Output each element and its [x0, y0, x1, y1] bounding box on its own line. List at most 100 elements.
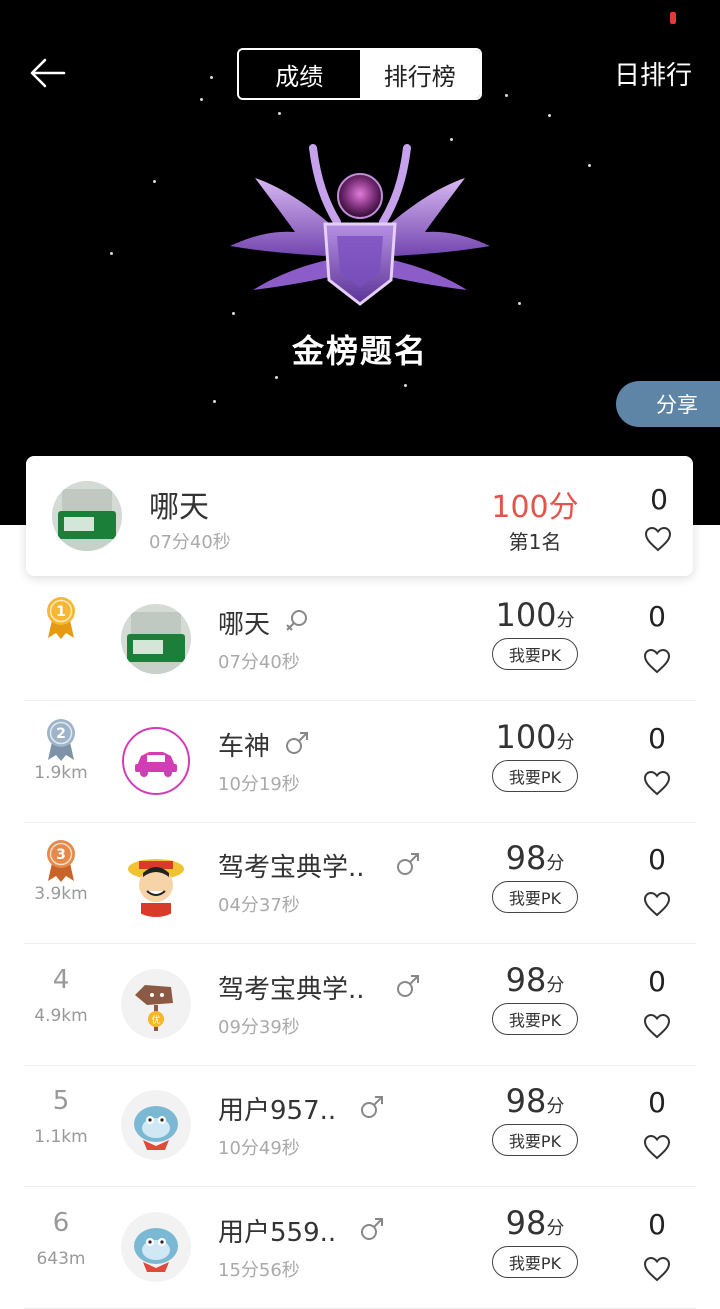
user-name: 用户559.. [218, 1217, 337, 1248]
my-time: 07分40秒 [149, 532, 231, 553]
hero-header: 成绩 排行榜 日排行 金榜题名 [0, 0, 720, 525]
rank-number: 4 [52, 964, 70, 995]
avatar[interactable] [52, 481, 122, 551]
heart-icon[interactable] [643, 648, 671, 674]
rank-number: 6 [52, 1207, 70, 1238]
score-unit: 分 [546, 1217, 565, 1239]
duration: 04分37秒 [218, 895, 300, 916]
score-unit: 分 [546, 853, 565, 874]
user-name: 车神 [218, 731, 271, 762]
score-value: 98 [505, 1082, 547, 1120]
score-unit: 分 [546, 974, 565, 996]
mascot-avatar-icon [121, 1090, 191, 1160]
list-item[interactable]: 1 哪天 07分40秒 100分 我要PK 0 [0, 580, 720, 701]
distance: 1.9km [34, 762, 88, 783]
male-icon [286, 731, 308, 754]
score-value: 100 [495, 717, 557, 756]
distance: 3.9km [34, 884, 88, 904]
duration: 10分19秒 [218, 773, 300, 795]
heart-icon[interactable] [643, 891, 671, 917]
avatar[interactable] [121, 604, 191, 674]
user-name: 驾考宝典学.. [218, 853, 365, 883]
heart-icon[interactable] [643, 1256, 671, 1282]
divider [24, 1307, 696, 1309]
score: 98分 [470, 961, 600, 999]
score: 98分 [470, 1204, 600, 1242]
like-count: 0 [648, 1207, 666, 1241]
bottle-avatar-icon [52, 481, 122, 551]
like-count: 0 [648, 843, 666, 876]
medal-rank: 1 [56, 604, 66, 620]
mascot-avatar-icon: 优 [121, 968, 191, 1039]
tab-score[interactable]: 成绩 [239, 50, 360, 98]
pk-button[interactable]: 我要PK [492, 1002, 578, 1035]
duration: 10分49秒 [218, 1138, 300, 1159]
score: 100分 [470, 718, 600, 756]
pk-button[interactable]: 我要PK [492, 759, 578, 792]
score-value: 98 [505, 1203, 547, 1242]
my-result-card: 哪天 07分40秒 100分 第1名 0 [26, 456, 693, 576]
my-rank: 第1名 [508, 530, 562, 554]
heart-icon[interactable] [643, 1134, 671, 1160]
back-arrow-icon[interactable] [28, 56, 68, 90]
winged-badge-icon [230, 144, 490, 306]
avatar[interactable] [121, 726, 191, 796]
daily-ranking-button[interactable]: 日排行 [614, 55, 692, 92]
avatar[interactable]: 优 [121, 968, 191, 1039]
cartoon-avatar-icon [121, 847, 191, 917]
like-count: 0 [648, 1086, 666, 1119]
pk-button[interactable]: 我要PK [492, 1124, 578, 1156]
pk-button[interactable]: 我要PK [492, 881, 578, 913]
duration: 07分40秒 [218, 652, 300, 673]
hero-title: 金榜题名 [291, 332, 428, 370]
list-item[interactable]: 3 3.9km 驾考宝典学.. 04分37秒 98分 我要PK 0 [0, 823, 720, 944]
like-count: 0 [648, 600, 666, 633]
tab-leaderboard[interactable]: 排行榜 [359, 50, 480, 98]
score-unit: 分 [546, 1096, 565, 1117]
medal-icon: 2 [47, 718, 75, 761]
like-count: 0 [648, 964, 666, 998]
heart-icon[interactable] [644, 526, 672, 552]
car-avatar-icon [122, 726, 190, 795]
my-name: 哪天 [149, 490, 209, 525]
bottle-avatar-icon [121, 604, 191, 674]
score: 98分 [470, 839, 600, 877]
my-like-count: 0 [650, 483, 668, 516]
score: 98分 [470, 1082, 600, 1120]
like-count: 0 [648, 721, 666, 755]
rank-number: 5 [52, 1086, 70, 1116]
heart-icon[interactable] [643, 1013, 671, 1039]
female-icon [286, 610, 307, 631]
score: 100分 [470, 596, 600, 634]
my-score: 100分 [491, 490, 579, 525]
avatar[interactable] [121, 1211, 191, 1282]
heart-icon[interactable] [643, 770, 671, 796]
medal-icon: 3 [47, 840, 75, 882]
medal-icon: 1 [47, 597, 75, 639]
score-value: 100 [495, 596, 557, 634]
male-icon [361, 1096, 383, 1118]
list-item[interactable]: 4 4.9km 优 驾考宝典学.. 09分39秒 98分 我要PK 0 [0, 945, 720, 1066]
score-value: 98 [505, 960, 547, 999]
pk-button[interactable]: 我要PK [492, 638, 578, 670]
pk-button[interactable]: 我要PK [492, 1245, 578, 1278]
share-button[interactable]: 分享 [616, 381, 720, 427]
list-item[interactable]: 2 1.9km 车神 10分19秒 100分 我要PK 0 [0, 702, 720, 823]
segment-control: 成绩 排行榜 [237, 48, 482, 100]
svg-text:优: 优 [151, 1014, 160, 1026]
list-item[interactable]: 6 643m 用户559.. 15分56秒 98分 我要PK 0 [0, 1188, 720, 1309]
medal-rank: 2 [56, 726, 66, 742]
male-icon [397, 974, 419, 997]
list-item[interactable]: 5 1.1km 用户957.. 10分49秒 98分 我要PK 0 [0, 1066, 720, 1187]
medal-rank: 3 [56, 847, 66, 863]
male-icon [361, 1217, 383, 1240]
avatar[interactable] [121, 847, 191, 917]
score-value: 98 [505, 839, 547, 877]
distance: 4.9km [34, 1005, 88, 1026]
avatar[interactable] [121, 1090, 191, 1160]
distance: 643m [36, 1248, 86, 1269]
user-name: 驾考宝典学.. [218, 974, 365, 1005]
distance: 1.1km [34, 1127, 88, 1147]
status-indicator [670, 12, 676, 24]
user-name: 哪天 [218, 610, 271, 640]
